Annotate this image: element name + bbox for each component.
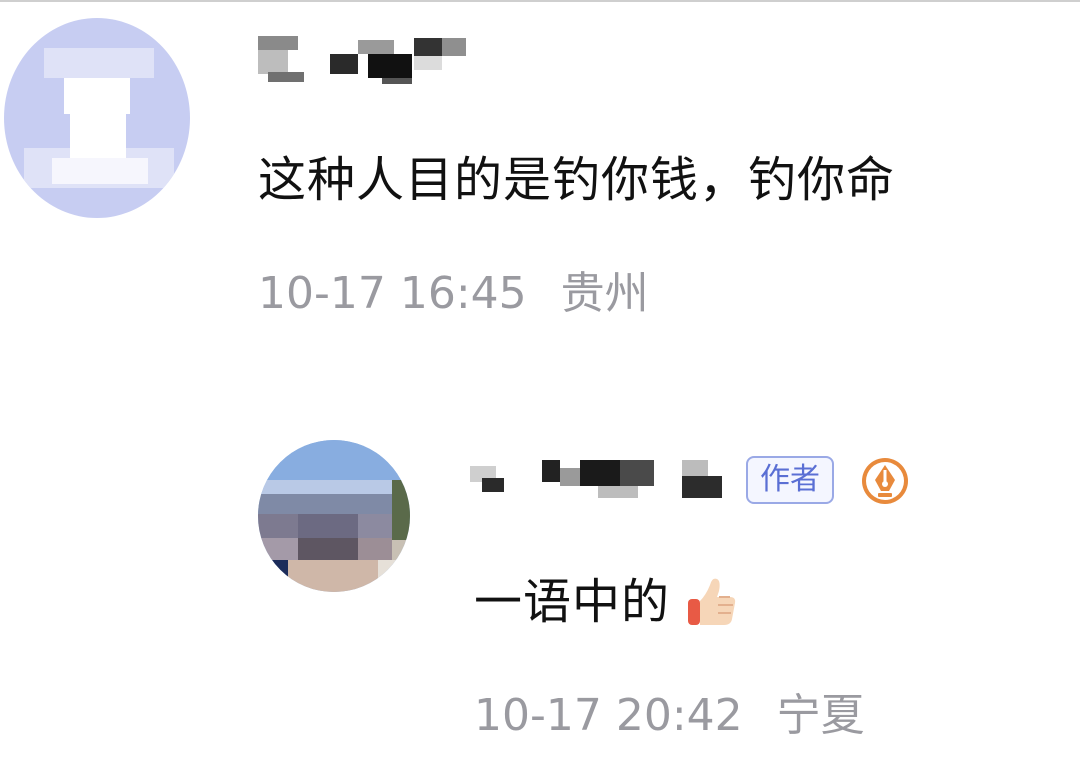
thumbs-up-icon [688, 578, 736, 625]
comment-region: 贵州 [560, 268, 649, 319]
comment-meta: 10-17 16:45 贵州 [258, 268, 649, 320]
reply-region: 宁夏 [776, 690, 865, 741]
comment-time: 10-17 16:45 [258, 268, 527, 319]
reply-username-blurred[interactable] [470, 454, 728, 502]
reply-meta: 10-17 20:42 宁夏 [474, 690, 865, 742]
pen-nib-icon [862, 458, 908, 504]
reply-time: 10-17 20:42 [474, 690, 743, 741]
commenter-avatar[interactable] [4, 18, 190, 218]
reply-text: 一语中的 [474, 574, 671, 630]
author-badge: 作者 [746, 456, 834, 504]
commenter-username-blurred[interactable] [258, 32, 484, 84]
reply-avatar[interactable] [258, 440, 410, 592]
top-divider [0, 0, 1080, 2]
comment-text: 这种人目的是钓你钱，钓你命 [258, 152, 896, 208]
reply-text-row: 一语中的 [474, 572, 740, 632]
